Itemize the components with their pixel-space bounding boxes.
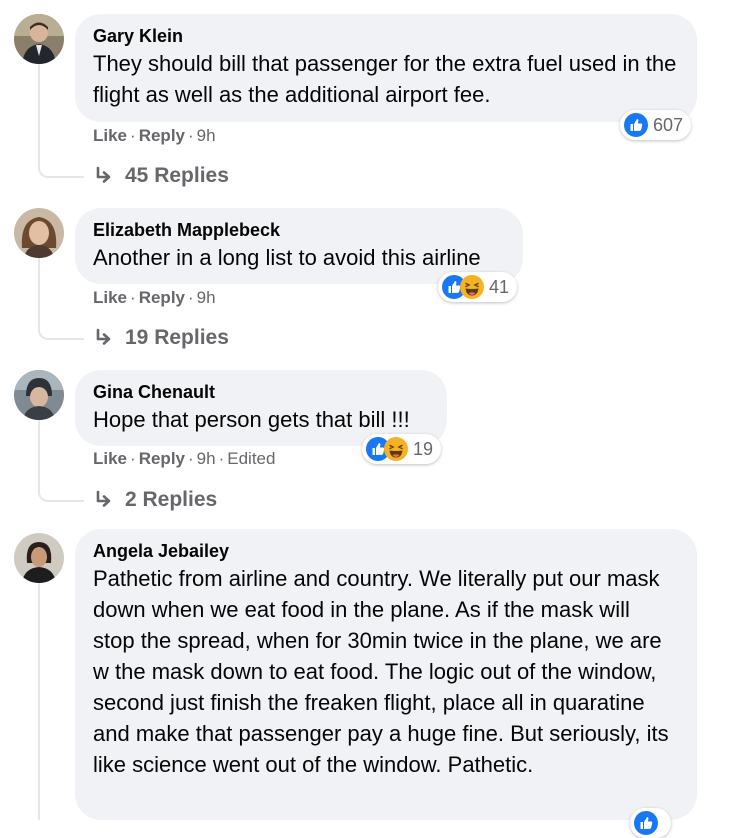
like-icon [624, 113, 648, 137]
replies-count-label[interactable]: 19 Replies [125, 325, 229, 351]
haha-icon [460, 275, 484, 299]
reaction-summary[interactable] [630, 808, 671, 838]
view-replies-button[interactable]: 2 Replies [93, 487, 217, 513]
edited-label[interactable]: Edited [227, 449, 275, 468]
separator: · [188, 288, 194, 307]
avatar[interactable] [14, 208, 64, 258]
reply-button[interactable]: Reply [139, 449, 185, 468]
comment-author[interactable]: Elizabeth Mapplebeck [93, 218, 505, 242]
reply-branch [38, 488, 84, 502]
view-replies-button[interactable]: 19 Replies [93, 325, 229, 351]
reply-branch [38, 326, 84, 340]
comment-actions: Like · Reply · 9h [93, 125, 216, 147]
thread-line [38, 420, 40, 494]
separator: · [188, 449, 194, 468]
comment-actions: Like · Reply · 9h · Edited [93, 448, 275, 470]
comment-actions: Like · Reply · 9h [93, 287, 216, 309]
replies-count-label[interactable]: 45 Replies [125, 163, 229, 189]
comment-bubble: Angela Jebailey Pathetic from airline an… [75, 529, 697, 820]
reaction-count: 41 [489, 276, 510, 297]
thread-line [38, 582, 40, 820]
avatar[interactable] [14, 533, 64, 583]
reply-arrow-icon [96, 490, 111, 507]
reply-button[interactable]: Reply [139, 126, 185, 145]
avatar[interactable] [14, 14, 64, 64]
reply-button[interactable]: Reply [139, 288, 185, 307]
like-button[interactable]: Like [93, 126, 127, 145]
comment-timestamp[interactable]: 9h [197, 288, 216, 307]
separator: · [130, 126, 136, 145]
comment-text: Pathetic from airline and country. We li… [93, 566, 669, 777]
reply-branch [38, 164, 84, 178]
like-button[interactable]: Like [93, 288, 127, 307]
reaction-summary[interactable]: 41 [438, 272, 518, 302]
comment-bubble: Gary Klein They should bill that passeng… [75, 14, 697, 122]
comment-author[interactable]: Gina Chenault [93, 380, 429, 404]
comment-text: Another in a long list to avoid this air… [93, 245, 481, 270]
thread-line [38, 64, 40, 170]
like-button[interactable]: Like [93, 449, 127, 468]
view-replies-button[interactable]: 45 Replies [93, 163, 229, 189]
separator: · [188, 126, 194, 145]
comment-timestamp[interactable]: 9h [197, 449, 216, 468]
reaction-summary[interactable]: 19 [362, 434, 442, 464]
haha-icon [384, 437, 408, 461]
separator: · [130, 449, 136, 468]
replies-count-label[interactable]: 2 Replies [125, 487, 217, 513]
reaction-count: 607 [653, 114, 684, 135]
like-icon [634, 811, 658, 835]
reaction-summary[interactable]: 607 [620, 110, 692, 140]
thread-line [38, 258, 40, 332]
comment-timestamp[interactable]: 9h [197, 126, 216, 145]
separator: · [218, 449, 225, 468]
reply-arrow-icon [96, 166, 111, 183]
comment-author[interactable]: Gary Klein [93, 24, 679, 48]
reply-arrow-icon [96, 328, 111, 345]
avatar[interactable] [14, 370, 64, 420]
comment-text: They should bill that passenger for the … [93, 51, 677, 107]
comment-text: Hope that person gets that bill !!! [93, 407, 410, 432]
separator: · [130, 288, 136, 307]
reaction-count: 19 [413, 438, 434, 459]
comment-author[interactable]: Angela Jebailey [93, 539, 679, 563]
